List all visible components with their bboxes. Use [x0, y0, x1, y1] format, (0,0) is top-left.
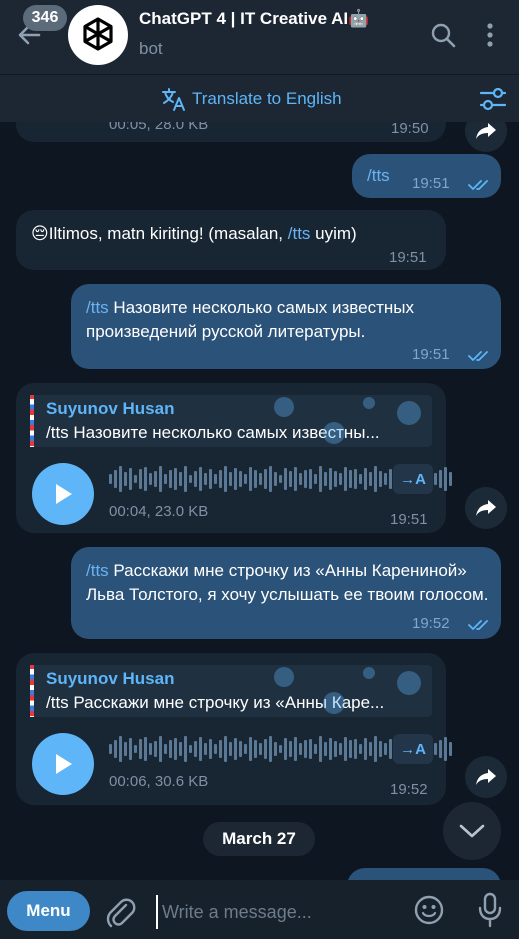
incoming-message: 😔Iltimos, matn kiriting! (masalan, /tts … [16, 210, 446, 270]
reply-quote[interactable]: Suyunov Husan /tts Расскажи мне строчку … [30, 665, 432, 717]
message-time: 19:52 [412, 615, 450, 632]
share-icon [476, 769, 496, 785]
unread-count-badge: 346 [23, 5, 67, 31]
command-link[interactable]: /tts [86, 561, 109, 580]
chat-header: 346 ChatGPT 4 | IT Creative AI🤖 bot [0, 0, 519, 74]
chat-title[interactable]: ChatGPT 4 | IT Creative AI🤖 [139, 9, 369, 29]
share-icon [476, 500, 496, 516]
reply-author: Suyunov Husan [46, 669, 175, 688]
menu-button[interactable]: Menu [7, 891, 90, 931]
paperclip-icon[interactable] [104, 895, 136, 929]
share-icon [476, 123, 496, 139]
translate-button[interactable]: Translate to English [160, 84, 342, 114]
globe-pattern-icon [274, 667, 421, 714]
voice-message: Suyunov Husan /tts Назовите несколько са… [16, 383, 452, 533]
play-button[interactable] [32, 463, 94, 525]
command-link[interactable]: /tts [288, 224, 311, 243]
search-icon[interactable] [428, 20, 458, 50]
double-check-icon [468, 351, 488, 361]
chevron-down-icon [459, 824, 485, 838]
command-link[interactable]: /tts [367, 164, 390, 188]
message-time: 19:52 [390, 781, 428, 798]
outgoing-message [347, 868, 501, 880]
translate-icon [162, 88, 185, 111]
message-text-part: Назовите несколько самых известных произ… [86, 298, 414, 341]
message-time: 19:50 [391, 122, 429, 137]
scroll-down-button[interactable] [443, 802, 501, 860]
outgoing-message: /tts Назовите несколько самых известных … [71, 284, 501, 369]
message-text: 😔Iltimos, matn kiriting! (masalan, /tts … [31, 222, 357, 246]
avatar[interactable] [68, 5, 128, 65]
message-text: /tts Расскажи мне строчку из «Анны Карен… [86, 559, 491, 607]
message-time: 19:51 [412, 346, 450, 363]
outgoing-message: /tts Расскажи мне строчку из «Анны Карен… [71, 547, 501, 639]
more-vertical-icon[interactable] [478, 20, 502, 50]
message-text: /tts Назовите несколько самых известных … [86, 296, 486, 344]
date-separator: March 27 [203, 822, 315, 856]
share-button[interactable] [465, 122, 507, 152]
filter-icon[interactable] [478, 85, 508, 113]
share-button[interactable] [465, 487, 507, 529]
voice-message: 00:05, 28.0 KB 19:50 [16, 122, 446, 142]
command-link[interactable]: /tts [86, 298, 109, 317]
message-input-bar: Menu [0, 880, 519, 939]
voice-message: Suyunov Husan /tts Расскажи мне строчку … [16, 653, 452, 805]
translate-label: Translate to English [192, 89, 342, 108]
reply-author: Suyunov Husan [46, 399, 175, 418]
message-time: 19:51 [389, 249, 427, 266]
chat-history[interactable]: 00:05, 28.0 KB 19:50 /tts 19:51 😔Iltimos… [0, 122, 519, 880]
openai-logo-icon [83, 17, 113, 51]
message-text-part: Iltimos, matn kiriting! (masalan, [48, 224, 288, 243]
chat-subtitle: bot [139, 39, 163, 58]
play-icon [56, 484, 72, 504]
transcribe-button[interactable]: →A [393, 734, 433, 764]
emoji-icon[interactable] [413, 894, 445, 926]
message-time: 19:51 [390, 511, 428, 528]
message-time: 19:51 [412, 175, 450, 192]
double-check-icon [468, 620, 488, 630]
message-text-part: uyim) [310, 224, 357, 243]
outgoing-message: /tts 19:51 [352, 154, 501, 198]
globe-pattern-icon [274, 397, 421, 444]
translate-bar: Translate to English [0, 74, 519, 122]
message-text-part: Расскажи мне строчку из «Анны Карениной»… [86, 561, 489, 604]
voice-meta: 00:06, 30.6 KB [109, 773, 209, 790]
share-button[interactable] [465, 756, 507, 798]
message-input[interactable] [156, 895, 396, 929]
play-icon [56, 754, 72, 774]
voice-meta: 00:05, 28.0 KB [109, 122, 209, 133]
reply-quote[interactable]: Suyunov Husan /tts Назовите несколько са… [30, 395, 432, 447]
voice-meta: 00:04, 23.0 KB [109, 503, 209, 520]
play-button[interactable] [32, 733, 94, 795]
microphone-icon[interactable] [477, 892, 503, 928]
double-check-icon [468, 180, 488, 190]
emoji: 😔 [31, 224, 49, 243]
transcribe-button[interactable]: →A [393, 464, 433, 494]
